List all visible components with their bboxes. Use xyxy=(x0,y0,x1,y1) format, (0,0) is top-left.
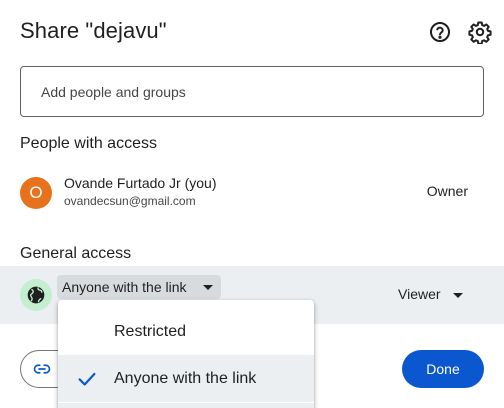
menu-item-partial xyxy=(58,403,314,408)
general-access-menu: Restricted Anyone with the link xyxy=(58,300,314,408)
general-access-selected: Anyone with the link xyxy=(62,279,187,295)
link-role-dropdown[interactable]: Viewer xyxy=(398,286,465,302)
general-access-heading: General access xyxy=(20,245,132,262)
menu-item-label: Anyone with the link xyxy=(114,369,257,387)
avatar: O xyxy=(20,177,52,209)
globe-icon xyxy=(20,279,52,311)
menu-item-anyone-with-link[interactable]: Anyone with the link xyxy=(58,355,314,402)
person-name: Ovande Furtado Jr (you) xyxy=(64,175,217,191)
link-icon xyxy=(33,360,51,378)
caret-down-icon xyxy=(202,285,213,290)
menu-item-restricted[interactable]: Restricted xyxy=(58,308,314,355)
check-icon xyxy=(76,368,98,390)
gear-icon[interactable] xyxy=(468,20,492,44)
dialog-title: Share "dejavu" xyxy=(20,18,167,43)
person-email: ovandecsun@gmail.com xyxy=(64,194,196,208)
people-with-access-heading: People with access xyxy=(20,135,157,152)
menu-item-label: Restricted xyxy=(114,322,187,340)
done-button[interactable]: Done xyxy=(402,350,484,388)
caret-down-icon xyxy=(452,293,463,298)
add-people-input[interactable] xyxy=(20,66,484,117)
link-role-value: Viewer xyxy=(398,286,441,302)
help-circle-icon[interactable] xyxy=(428,20,452,44)
general-access-dropdown[interactable]: Anyone with the link xyxy=(57,275,221,299)
person-role: Owner xyxy=(426,183,468,199)
